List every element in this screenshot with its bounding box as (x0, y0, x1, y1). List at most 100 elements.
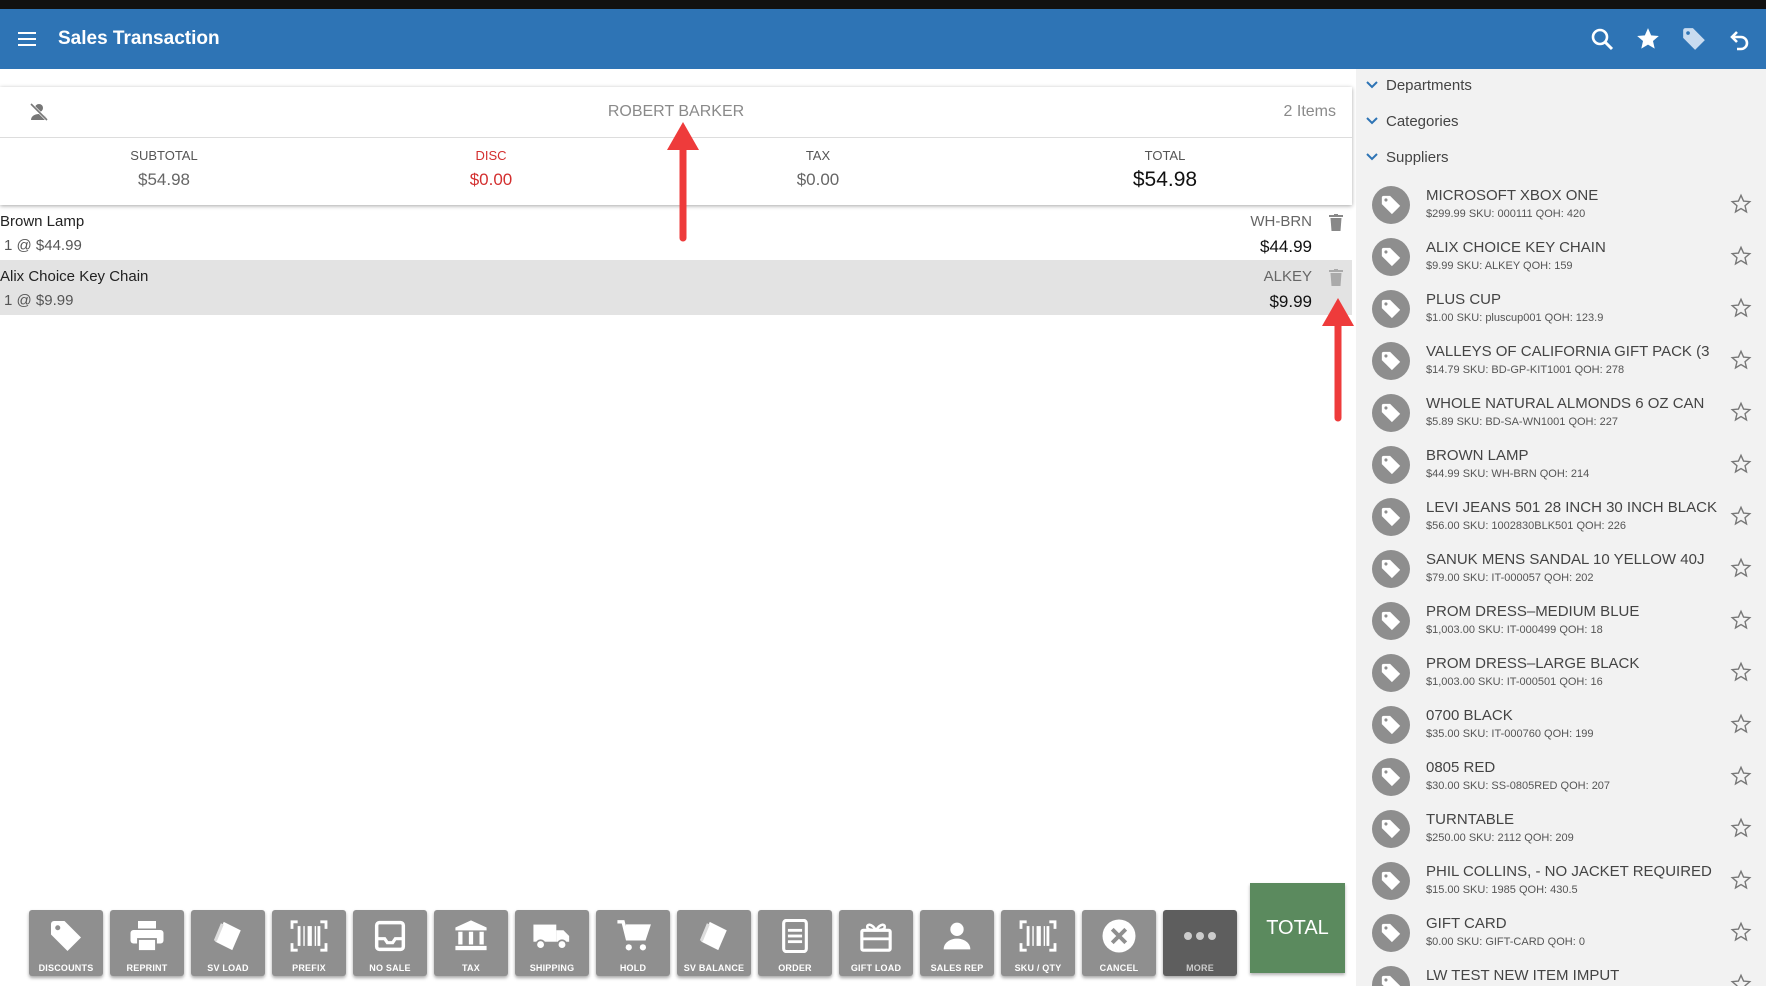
bank-icon (434, 917, 508, 955)
favorite-star-icon[interactable] (1730, 401, 1752, 423)
product-item[interactable]: BROWN LAMP $44.99 SKU: WH-BRN QOH: 214 (1356, 439, 1766, 491)
card-icon (191, 917, 265, 955)
sales-rep-label: SALES REP (930, 963, 984, 973)
product-item[interactable]: MICROSOFT XBOX ONE $299.99 SKU: 000111 QO… (1356, 179, 1766, 231)
tag-icon (1372, 446, 1410, 484)
product-item[interactable]: WHOLE NATURAL ALMONDS 6 OZ CAN $5.89 SKU:… (1356, 387, 1766, 439)
product-name: PHIL COLLINS, - NO JACKET REQUIRED (1426, 863, 1712, 880)
more-icon (1163, 917, 1237, 955)
sv-balance-button[interactable]: SV BALANCE (677, 910, 751, 976)
chevron-down-icon (1366, 117, 1380, 125)
trash-icon[interactable] (1326, 211, 1346, 233)
favorite-star-icon[interactable] (1730, 661, 1752, 683)
favorite-star-icon[interactable] (1730, 505, 1752, 527)
cancel-button[interactable]: CANCEL (1082, 910, 1156, 976)
prefix-button[interactable]: PREFIX (272, 910, 346, 976)
sales-rep-button[interactable]: SALES REP (920, 910, 994, 976)
trash-icon[interactable] (1326, 266, 1346, 288)
product-item[interactable]: PROM DRESS–LARGE BLACK $1,003.00 SKU: IT-… (1356, 647, 1766, 699)
favorite-star-icon[interactable] (1730, 557, 1752, 579)
tag-icon (1372, 186, 1410, 224)
product-detail: $15.00 SKU: 1985 QOH: 430.5 (1426, 884, 1578, 896)
gift-load-button[interactable]: GIFT LOAD (839, 910, 913, 976)
tag-icon (1372, 550, 1410, 588)
product-item[interactable]: PLUS CUP $1.00 SKU: pluscup001 QOH: 123.9 (1356, 283, 1766, 335)
favorite-star-icon[interactable] (1730, 193, 1752, 215)
product-item[interactable]: PHIL COLLINS, - NO JACKET REQUIRED $15.00… (1356, 855, 1766, 907)
favorite-star-icon[interactable] (1730, 245, 1752, 267)
tag-icon (1372, 238, 1410, 276)
no-sale-label: NO SALE (369, 963, 411, 973)
product-item[interactable]: GIFT CARD $0.00 SKU: GIFT-CARD QOH: 0 (1356, 907, 1766, 959)
favorite-star-icon[interactable] (1730, 349, 1752, 371)
sku-qty-button[interactable]: SKU / QTY (1001, 910, 1075, 976)
sv-load-button[interactable]: SV LOAD (191, 910, 265, 976)
hold-button[interactable]: HOLD (596, 910, 670, 976)
tag-icon (1372, 966, 1410, 986)
shipping-label: SHIPPING (529, 963, 575, 973)
tag-icon (1372, 862, 1410, 900)
subtotal-label: SUBTOTAL (130, 148, 198, 163)
product-name: PROM DRESS–MEDIUM BLUE (1426, 603, 1640, 620)
tax-button[interactable]: TAX (434, 910, 508, 976)
product-name: VALLEYS OF CALIFORNIA GIFT PACK (3 (1426, 343, 1710, 360)
undo-icon[interactable] (1724, 23, 1756, 55)
product-item[interactable]: 0700 BLACK $35.00 SKU: IT-000760 QOH: 199 (1356, 699, 1766, 751)
product-detail: $1,003.00 SKU: IT-000501 QOH: 16 (1426, 676, 1603, 688)
favorite-star-icon[interactable] (1730, 453, 1752, 475)
tag-icon (1372, 498, 1410, 536)
product-item[interactable]: SANUK MENS SANDAL 10 YELLOW 40J $79.00 SK… (1356, 543, 1766, 595)
categories-section[interactable]: Categories (1356, 106, 1766, 136)
favorite-star-icon[interactable] (1730, 297, 1752, 319)
product-detail: $5.89 SKU: BD-SA-WN1001 QOH: 227 (1426, 416, 1618, 428)
product-item[interactable]: PROM DRESS–MEDIUM BLUE $1,003.00 SKU: IT-… (1356, 595, 1766, 647)
favorite-star-icon[interactable] (1730, 921, 1752, 943)
card-icon (677, 917, 751, 955)
product-name: PROM DRESS–LARGE BLACK (1426, 655, 1640, 672)
product-item[interactable]: VALLEYS OF CALIFORNIA GIFT PACK (3 $14.79… (1356, 335, 1766, 387)
product-item[interactable]: ALIX CHOICE KEY CHAIN $9.99 SKU: ALKEY QO… (1356, 231, 1766, 283)
product-item[interactable]: 0805 RED $30.00 SKU: SS-0805RED QOH: 207 (1356, 751, 1766, 803)
product-item[interactable]: LW TEST NEW ITEM IMPUT (1356, 959, 1766, 986)
menu-icon[interactable] (6, 9, 50, 69)
product-name: SANUK MENS SANDAL 10 YELLOW 40J (1426, 551, 1705, 568)
product-name: MICROSOFT XBOX ONE (1426, 187, 1599, 204)
shipping-button[interactable]: SHIPPING (515, 910, 589, 976)
line-item[interactable]: Alix Choice Key Chain 1 @ $9.99 ALKEY $9… (0, 260, 1352, 315)
tag-icon (1372, 758, 1410, 796)
customer-name[interactable]: ROBERT BARKER (0, 103, 1352, 121)
prefix-label: PREFIX (292, 963, 326, 973)
product-detail: $0.00 SKU: GIFT-CARD QOH: 0 (1426, 936, 1585, 948)
favorite-star-icon[interactable] (1730, 973, 1752, 986)
favorite-star-icon[interactable] (1730, 609, 1752, 631)
favorite-star-icon[interactable] (1730, 713, 1752, 735)
reprint-button[interactable]: REPRINT (110, 910, 184, 976)
favorite-star-icon[interactable] (1730, 869, 1752, 891)
tag-icon (1372, 706, 1410, 744)
no-sale-button[interactable]: NO SALE (353, 910, 427, 976)
order-button[interactable]: ORDER (758, 910, 832, 976)
product-detail: $9.99 SKU: ALKEY QOH: 159 (1426, 260, 1573, 272)
reprint-label: REPRINT (126, 963, 168, 973)
favorite-star-icon[interactable] (1730, 817, 1752, 839)
search-icon[interactable] (1586, 23, 1618, 55)
section-title: Categories (1386, 112, 1459, 130)
star-icon[interactable] (1632, 23, 1664, 55)
page-title: Sales Transaction (58, 28, 220, 49)
tax-value: $0.00 (796, 170, 840, 189)
cancel-label: CANCEL (1099, 963, 1139, 973)
total-button[interactable]: TOTAL (1250, 883, 1345, 973)
product-item[interactable]: TURNTABLE $250.00 SKU: 2112 QOH: 209 (1356, 803, 1766, 855)
discount-block[interactable]: DISC $0.00 (391, 138, 591, 190)
product-item[interactable]: LEVI JEANS 501 28 INCH 30 INCH BLACK $56.… (1356, 491, 1766, 543)
discounts-button[interactable]: DISCOUNTS (29, 910, 103, 976)
departments-section[interactable]: Departments (1356, 70, 1766, 100)
tag-icon[interactable] (1678, 23, 1710, 55)
favorite-star-icon[interactable] (1730, 765, 1752, 787)
tray-icon (353, 917, 427, 955)
tag-icon (1372, 810, 1410, 848)
product-detail: $35.00 SKU: IT-000760 QOH: 199 (1426, 728, 1594, 740)
suppliers-section[interactable]: Suppliers (1356, 142, 1766, 172)
hold-label: HOLD (619, 963, 647, 973)
more-button[interactable]: MORE (1163, 910, 1237, 976)
